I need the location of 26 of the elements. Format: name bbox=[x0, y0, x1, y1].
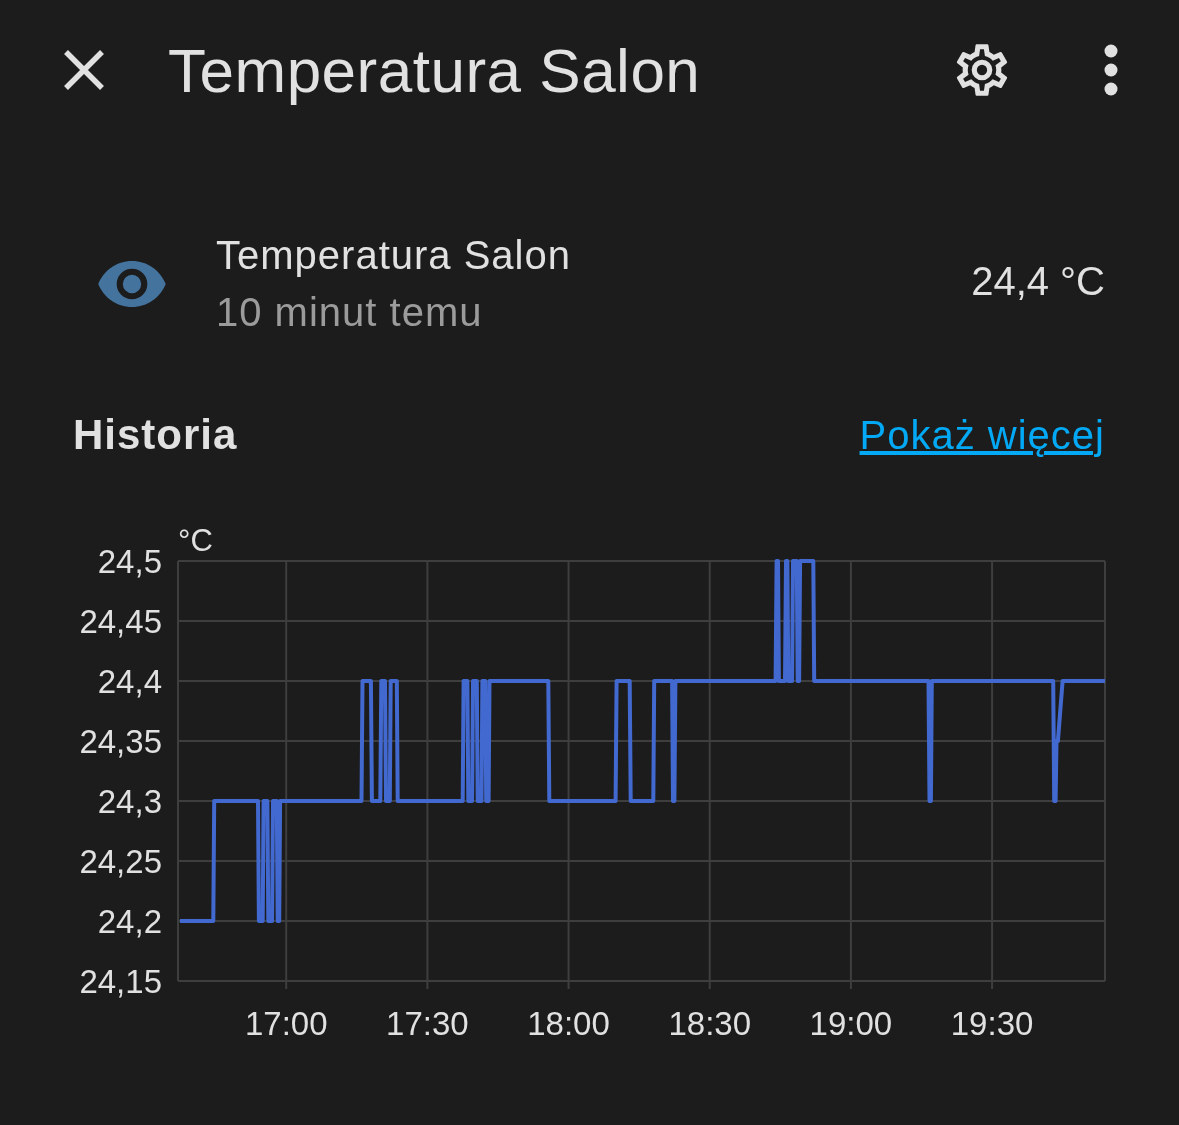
close-icon bbox=[62, 48, 106, 92]
last-changed-text: 10 minut temu bbox=[216, 290, 484, 335]
y-tick-label: 24,3 bbox=[97, 783, 162, 820]
x-tick-label: 17:30 bbox=[386, 1005, 469, 1042]
y-tick-label: 24,2 bbox=[97, 903, 162, 940]
x-tick-label: 18:00 bbox=[527, 1005, 610, 1042]
more-icon bbox=[1103, 44, 1119, 96]
x-tick-label: 19:30 bbox=[950, 1005, 1034, 1042]
y-tick-label: 24,5 bbox=[97, 543, 162, 580]
y-tick-label: 24,45 bbox=[79, 603, 162, 640]
dialog-title: Temperatura Salon bbox=[168, 34, 702, 106]
entity-name: Temperatura Salon bbox=[216, 233, 572, 278]
y-tick-label: 24,15 bbox=[79, 963, 162, 1000]
y-tick-label: 24,4 bbox=[97, 663, 162, 700]
x-tick-label: 19:00 bbox=[809, 1005, 893, 1042]
close-button[interactable] bbox=[62, 48, 106, 92]
eye-icon bbox=[98, 261, 166, 307]
y-tick-label: 24,35 bbox=[79, 723, 162, 760]
axis-unit-label: °C bbox=[178, 523, 213, 558]
x-tick-label: 17:00 bbox=[244, 1005, 328, 1042]
x-tick-label: 18:30 bbox=[668, 1005, 751, 1042]
more-button[interactable] bbox=[1103, 44, 1119, 96]
y-tick-label: 24,25 bbox=[79, 843, 162, 880]
history-title: Historia bbox=[73, 411, 238, 459]
show-more-link[interactable]: Pokaż więcej bbox=[859, 412, 1105, 458]
entity-state: 24,4 °C bbox=[971, 258, 1105, 304]
